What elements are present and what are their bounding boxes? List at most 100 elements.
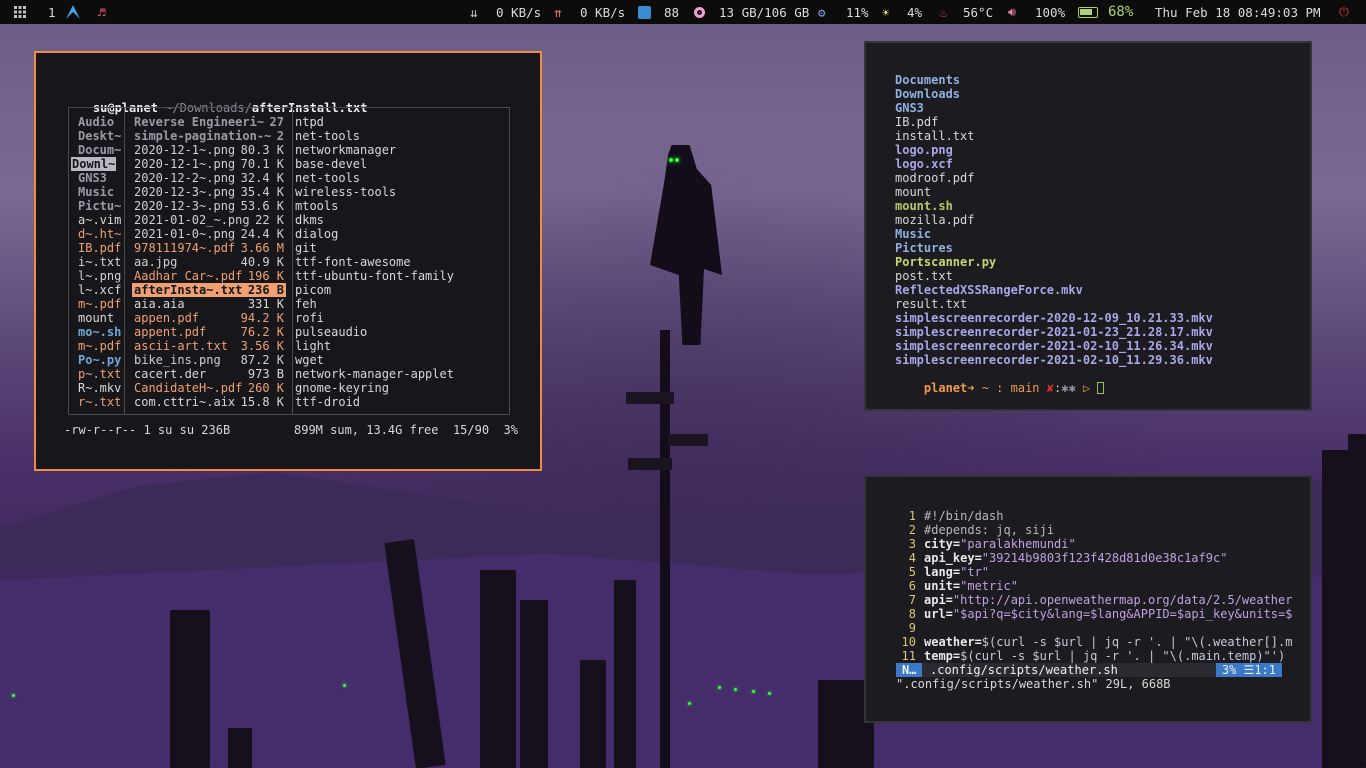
net-down: 0 KB/s	[496, 4, 542, 20]
line-number: 5	[908, 565, 916, 579]
ranger-parent-item[interactable]: mo~.sh	[78, 325, 121, 339]
terminal-ls-window[interactable]: Documents Downloads GNS3 IB.pdf install.txt l…	[864, 41, 1312, 411]
disk-usage: 13 GB/106 GB	[719, 4, 810, 20]
ranger-parent-item[interactable]: m~.pdf	[78, 297, 121, 311]
ranger-file-name: simple-pagination-~	[134, 129, 272, 143]
preview-line: base-devel	[295, 157, 368, 171]
vim-message: ".config/scripts/weather.sh" 29L, 668B	[896, 677, 1171, 691]
preview-line: networkmanager	[295, 143, 397, 157]
ranger-file-row[interactable]: com.cttri~.aix 15.8 K	[132, 395, 286, 409]
ranger-file-row[interactable]: 2021-01-02_~.png 22 K	[132, 213, 286, 227]
ranger-file-row[interactable]: 2020-12-1~.png 80.3 K	[132, 143, 286, 157]
music-icon[interactable]: ♬	[98, 0, 106, 24]
ranger-parent-item[interactable]: Deskt~	[78, 129, 121, 143]
ranger-file-name: CandidateH~.pdf	[134, 381, 243, 395]
ranger-file-row[interactable]: appent.pdf 76.2 K	[132, 325, 286, 339]
ranger-parent-item[interactable]: m~.pdf	[78, 339, 121, 353]
ranger-parent-item[interactable]: p~.txt	[78, 367, 121, 381]
ranger-parent-item[interactable]: mount	[78, 311, 114, 325]
ranger-parent-item[interactable]: Downl~	[71, 157, 117, 171]
vim-line[interactable]: 11 temp=$(curl -s $url | jq -r '. | "\(.m…	[896, 649, 1286, 663]
apps-grid-icon[interactable]	[14, 0, 26, 24]
code-key: city=	[924, 537, 961, 551]
ranger-file-row[interactable]: appen.pdf 94.2 K	[132, 311, 286, 325]
prompt-error-icon: ✘	[1046, 381, 1054, 395]
ls-entry: simplescreenrecorder-2021-02-10_11.26.34…	[895, 339, 1213, 353]
ranger-file-row[interactable]: cacert.der 973 B	[132, 367, 286, 381]
ranger-parent-item[interactable]: IB.pdf	[78, 241, 121, 255]
ranger-window[interactable]: su@planet ~/Downloads/afterInstall.txt A…	[34, 51, 542, 471]
ranger-parent-item[interactable]: r~.txt	[78, 395, 121, 409]
ranger-file-row[interactable]: afterInsta~.txt 236 B	[132, 283, 286, 297]
arch-icon[interactable]	[65, 0, 81, 24]
ranger-file-row[interactable]: bike_ins.png 87.2 K	[132, 353, 286, 367]
ranger-parent-item[interactable]: l~.png	[78, 269, 121, 283]
code-key: weather=	[924, 635, 982, 649]
vim-window[interactable]: 1 #!/bin/dash 2 #depends: jq, siji 3 city="pa…	[864, 475, 1312, 723]
ranger-file-row[interactable]: Reverse Engineeri~ 27	[132, 115, 286, 129]
ranger-parent-item[interactable]: d~.ht~	[78, 227, 121, 241]
column-divider	[124, 107, 125, 415]
vim-line[interactable]: 2 #depends: jq, siji	[896, 523, 1054, 537]
preview-line: pulseaudio	[295, 325, 368, 339]
vim-line[interactable]: 10 weather=$(curl -s $url | jq -r '. | "\…	[896, 635, 1293, 649]
volume-icon[interactable]: 🔊︎	[1008, 0, 1016, 24]
workspace-number[interactable]: 1	[48, 0, 56, 24]
ranger-file-size: 35.4 K	[240, 185, 284, 199]
vim-line[interactable]: 5 lang="tr"	[896, 565, 989, 579]
brightness-icon: ☀	[882, 4, 890, 20]
ranger-file-row[interactable]: aia.aia 331 K	[132, 297, 286, 311]
ranger-file-row[interactable]: 2021-01-0~.png 24.4 K	[132, 227, 286, 241]
ranger-parent-item[interactable]: Docum~	[78, 143, 121, 157]
ranger-parent-item[interactable]: Music	[78, 185, 114, 199]
ranger-file-name: appent.pdf	[134, 325, 207, 339]
ranger-file-row[interactable]: 2020-12-2~.png 32.4 K	[132, 171, 286, 185]
vim-line[interactable]: 6 unit="metric"	[896, 579, 1018, 593]
ranger-file-row[interactable]: 978111974~.pdf 3.66 M	[132, 241, 286, 255]
vim-line[interactable]: 4 api_key="39214b9803f123f428d81d0e38c1af…	[896, 551, 1228, 565]
preview-line: dkms	[295, 213, 324, 227]
ranger-parent-item[interactable]: a~.vim	[78, 213, 121, 227]
preview-line: picom	[295, 283, 332, 297]
code-key: api_key=	[924, 551, 982, 565]
ranger-file-size: 196 K	[247, 269, 284, 283]
ranger-file-row[interactable]: Aadhar Car~.pdf 196 K	[132, 269, 286, 283]
vim-line[interactable]: 1 #!/bin/dash	[896, 509, 1004, 523]
ranger-parent-item[interactable]: Audio	[78, 115, 114, 129]
line-number: 1	[908, 509, 916, 523]
shell-prompt[interactable]: planet➜ ~ : main ✘:✱✱ ▷	[895, 367, 1105, 395]
ranger-file-row[interactable]: 2020-12-3~.png 35.4 K	[132, 185, 286, 199]
ls-entry: mozilla.pdf	[895, 213, 975, 227]
code-key: #!/bin/dash	[924, 509, 1004, 523]
ls-entry: modroof.pdf	[895, 171, 975, 185]
ranger-file-row[interactable]: aa.jpg 40.9 K	[132, 255, 286, 269]
ranger-parent-item[interactable]: Po~.py	[78, 353, 121, 367]
power-icon[interactable]: ⏻	[1339, 0, 1349, 24]
packages-count: 88	[664, 4, 680, 20]
vim-line[interactable]: 8 url="$api?q=$city&lang=$lang&APPID=$api…	[896, 607, 1293, 621]
ranger-parent-item[interactable]: l~.xcf	[78, 283, 121, 297]
battery-level: 68%	[1108, 4, 1134, 20]
ranger-parent-item[interactable]: i~.txt	[78, 255, 121, 269]
ranger-file-row[interactable]: ascii-art.txt 3.56 K	[132, 339, 286, 353]
preview-line: ttf-droid	[295, 395, 361, 409]
vim-filename: .config/scripts/weather.sh	[930, 663, 1118, 677]
ranger-parent-item[interactable]: GNS3	[78, 171, 107, 185]
code-value: "$api?q=$city&lang=$lang&APPID=$api_key&…	[952, 607, 1293, 621]
vim-line[interactable]: 7 api="http://api.openweathermap.org/data…	[896, 593, 1293, 607]
line-number: 10	[901, 635, 916, 649]
net-up: 0 KB/s	[580, 4, 626, 20]
vim-position: 3% ☰1:1	[1215, 663, 1282, 677]
line-number: 7	[908, 593, 916, 607]
ls-entry: simplescreenrecorder-2021-01-23_21.28.17…	[895, 325, 1213, 339]
ranger-file-row[interactable]: simple-pagination-~ 2	[132, 129, 286, 143]
ranger-file-row[interactable]: 2020-12-3~.png 53.6 K	[132, 199, 286, 213]
vim-line[interactable]: 9	[896, 621, 924, 635]
ranger-file-row[interactable]: CandidateH~.pdf 260 K	[132, 381, 286, 395]
ranger-parent-item[interactable]: Pictu~	[78, 199, 121, 213]
volume-level[interactable]: 100%	[1035, 0, 1065, 24]
ranger-parent-item[interactable]: R~.mkv	[78, 381, 121, 395]
prompt-status-icon: ✱✱	[1061, 381, 1076, 395]
ranger-file-row[interactable]: 2020-12-1~.png 70.1 K	[132, 157, 286, 171]
vim-line[interactable]: 3 city="paralakhemundi"	[896, 537, 1076, 551]
